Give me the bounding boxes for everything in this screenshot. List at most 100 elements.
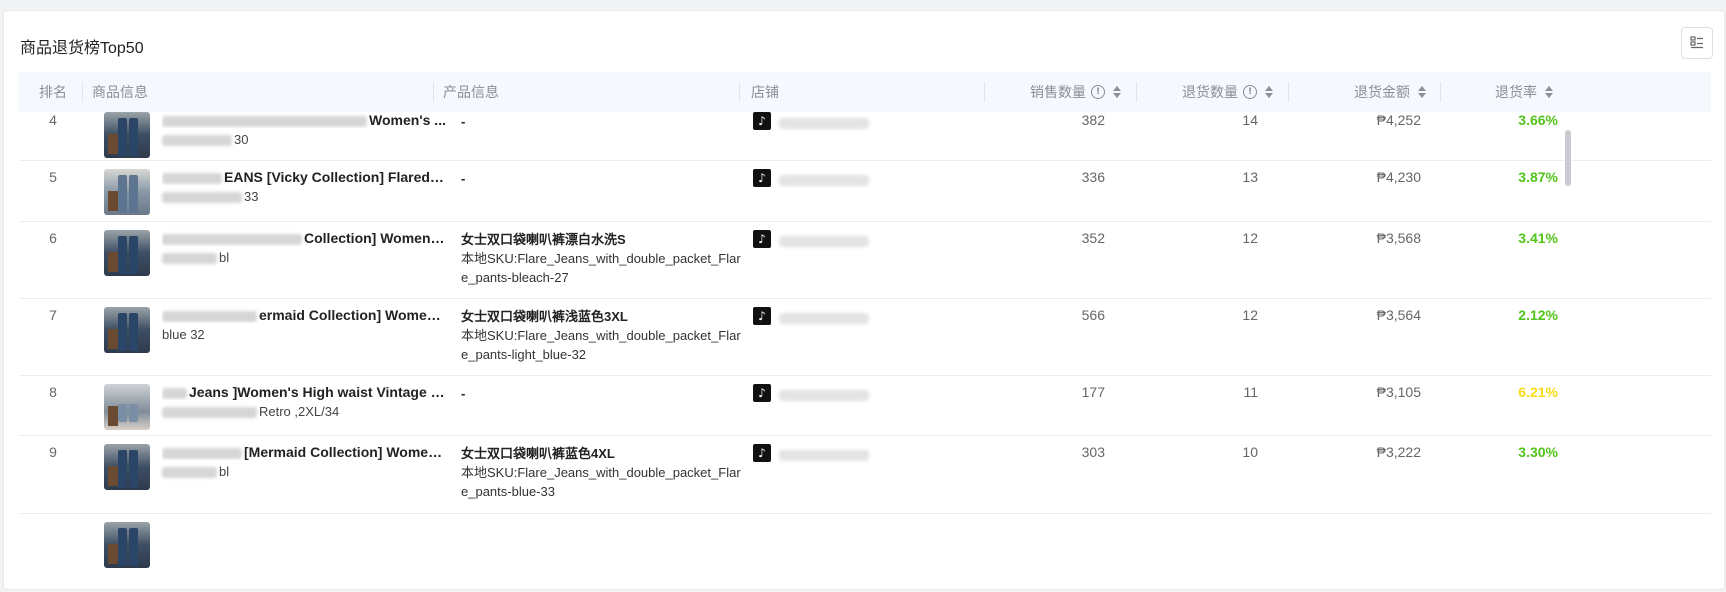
tiktok-icon: ♪	[753, 384, 771, 402]
sales-qty: 177	[1081, 384, 1105, 400]
local-sku: 本地SKU:Flare_Jeans_with_double_packet_Fla…	[461, 251, 741, 285]
return-qty: 12	[1242, 230, 1258, 246]
product-variant-text: blue 32	[162, 327, 205, 342]
col-return-qty[interactable]: 退货数量!	[1136, 72, 1288, 112]
product-name-text: Women's ...	[369, 112, 446, 128]
product-name-link[interactable]: ermaid Collection] Women's ...	[162, 307, 447, 323]
sort-caret-icon[interactable]	[1113, 86, 1121, 98]
col-return-rate[interactable]: 退货率	[1440, 72, 1559, 112]
product-variant: blue 32	[162, 327, 447, 342]
product-name-link[interactable]: Collection] Women's ...	[162, 230, 447, 246]
product-variant: 33	[162, 189, 447, 204]
row-rank: 5	[49, 169, 57, 185]
row-rank: 7	[49, 307, 57, 323]
table-row[interactable]: 6 Collection] Women's ... bl 女士双口袋喇叭裤漂白水洗S 本…	[19, 222, 1711, 299]
product-name-link[interactable]: Women's ...	[162, 112, 447, 128]
sort-caret-icon[interactable]	[1545, 86, 1553, 98]
product-name-link[interactable]: EANS [Vicky Collection] Flared Pants ...	[162, 169, 447, 185]
tiktok-icon: ♪	[753, 307, 771, 325]
tiktok-icon: ♪	[753, 230, 771, 248]
redacted-text	[162, 407, 257, 419]
local-sku: 本地SKU:Flare_Jeans_with_double_packet_Fla…	[461, 465, 741, 499]
tiktok-icon: ♪	[753, 444, 771, 462]
product-variant-text: 30	[234, 132, 249, 147]
product-name-link[interactable]: [Mermaid Collection] Women's ...	[162, 444, 447, 460]
return-amount: ₱3,568	[1376, 230, 1421, 246]
return-ranking-table: 排名 商品信息 产品信息 店铺 销售数量! 退货数量! 退货金额 退货率 4 Wo…	[19, 72, 1711, 581]
return-qty: 10	[1242, 444, 1258, 460]
sales-qty: 352	[1081, 230, 1105, 246]
redacted-text	[162, 115, 367, 127]
redacted-text	[779, 312, 869, 324]
return-rate: 3.87%	[1518, 169, 1558, 185]
sku-title: 女士双口袋喇叭裤蓝色4XL	[461, 446, 615, 461]
info-circle-icon[interactable]: !	[1243, 85, 1257, 99]
return-qty: 13	[1242, 169, 1258, 185]
shop-name[interactable]	[779, 309, 879, 324]
product-name-text: Collection] Women's ...	[304, 230, 447, 246]
product-thumbnail[interactable]	[104, 384, 150, 430]
return-amount: ₱4,252	[1376, 112, 1421, 128]
product-thumbnail[interactable]	[104, 169, 150, 215]
product-variant: bl	[162, 464, 447, 479]
col-sales-qty[interactable]: 销售数量!	[984, 72, 1136, 112]
shop-name[interactable]	[779, 446, 879, 461]
product-thumbnail[interactable]	[104, 522, 150, 568]
shop-name[interactable]	[779, 114, 879, 129]
redacted-text	[162, 172, 222, 184]
product-thumbnail[interactable]	[104, 230, 150, 276]
product-variant-text: Retro ,2XL/34	[259, 404, 340, 419]
sales-qty: 303	[1081, 444, 1105, 460]
redacted-text	[162, 387, 187, 399]
sort-caret-icon[interactable]	[1265, 86, 1273, 98]
col-product-info-label: 商品信息	[92, 84, 148, 100]
info-circle-icon[interactable]: !	[1091, 85, 1105, 99]
sales-qty: 336	[1081, 169, 1105, 185]
vertical-scrollbar[interactable]	[1565, 130, 1571, 186]
table-row[interactable]	[19, 514, 1711, 581]
product-thumbnail[interactable]	[104, 112, 150, 158]
product-variant: bl	[162, 250, 447, 265]
tiktok-icon: ♪	[753, 169, 771, 187]
return-qty: 12	[1242, 307, 1258, 323]
redacted-text	[162, 192, 242, 204]
table-row[interactable]: 9 [Mermaid Collection] Women's ... bl 女士双口袋…	[19, 436, 1711, 514]
product-thumbnail[interactable]	[104, 444, 150, 490]
col-shop: 店铺	[739, 72, 984, 112]
product-variant: 30	[162, 132, 447, 147]
redacted-text	[779, 174, 869, 186]
return-amount: ₱3,564	[1376, 307, 1421, 323]
shop-name[interactable]	[779, 232, 879, 247]
table-row[interactable]: 5 EANS [Vicky Collection] Flared Pants ..…	[19, 161, 1711, 222]
product-variant-text: bl	[219, 464, 230, 479]
col-return-amount-label: 退货金额	[1354, 84, 1410, 100]
table-row[interactable]: 4 Women's ... 30 - ♪ 382 14 ₱4,252 3.66%	[19, 104, 1711, 161]
return-rate: 2.12%	[1518, 307, 1558, 323]
product-variant: Retro ,2XL/34	[162, 404, 447, 419]
table-row[interactable]: 8 Jeans ]Women's High waist Vintage W... R…	[19, 376, 1711, 436]
table-header: 排名 商品信息 产品信息 店铺 销售数量! 退货数量! 退货金额 退货率	[19, 72, 1711, 112]
sort-caret-icon[interactable]	[1418, 86, 1426, 98]
sales-qty: 382	[1081, 112, 1105, 128]
redacted-text	[162, 135, 232, 147]
product-name-link[interactable]: Jeans ]Women's High waist Vintage W...	[162, 384, 447, 400]
shop-name[interactable]	[779, 386, 879, 401]
column-settings-button[interactable]	[1681, 27, 1713, 59]
sku-info: -	[461, 169, 747, 188]
product-name-text: EANS [Vicky Collection] Flared Pants ...	[224, 169, 447, 185]
shop-name[interactable]	[779, 171, 879, 186]
redacted-text	[779, 235, 869, 247]
col-sku-info-label: 产品信息	[443, 84, 499, 100]
sku-info: -	[461, 112, 747, 131]
return-rate: 6.21%	[1518, 384, 1558, 400]
sku-info: 女士双口袋喇叭裤漂白水洗S 本地SKU:Flare_Jeans_with_doub…	[461, 230, 747, 287]
col-return-amount[interactable]: 退货金额	[1288, 72, 1440, 112]
table-row[interactable]: 7 ermaid Collection] Women's ... blue 32 女士…	[19, 299, 1711, 376]
product-thumbnail[interactable]	[104, 307, 150, 353]
product-name-text: [Mermaid Collection] Women's ...	[244, 444, 447, 460]
column-settings-icon	[1690, 36, 1703, 49]
redacted-text	[162, 467, 217, 479]
col-shop-label: 店铺	[751, 84, 779, 100]
sku-title: 女士双口袋喇叭裤浅蓝色3XL	[461, 309, 628, 324]
redacted-text	[779, 449, 869, 461]
